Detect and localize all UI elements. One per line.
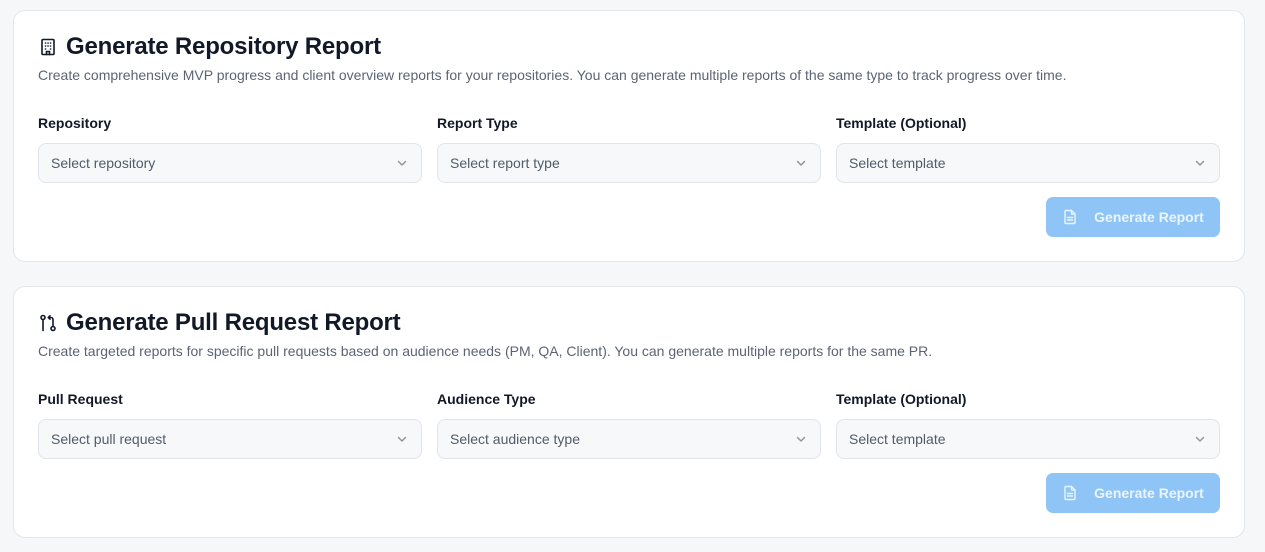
pr-template-select[interactable]: Select template — [836, 419, 1220, 459]
repository-report-card: Generate Repository Report Create compre… — [13, 10, 1245, 262]
pull-request-report-title: Generate Pull Request Report — [66, 309, 401, 336]
pr-template-label: Template (Optional) — [836, 391, 967, 407]
report-type-label: Report Type — [437, 115, 518, 131]
pull-request-select[interactable]: Select pull request — [38, 419, 422, 459]
git-pull-request-icon — [38, 313, 58, 333]
template-field: Template (Optional) Select template — [836, 114, 1220, 183]
building-icon — [38, 37, 58, 57]
chevron-down-icon — [395, 432, 409, 446]
audience-type-label: Audience Type — [437, 391, 536, 407]
generate-pull-request-report-button[interactable]: Generate Report — [1046, 473, 1220, 513]
repository-report-title: Generate Repository Report — [66, 33, 381, 60]
report-type-select[interactable]: Select report type — [437, 143, 821, 183]
chevron-down-icon — [794, 432, 808, 446]
generate-report-label: Generate Report — [1094, 485, 1204, 501]
repository-field: Repository Select repository — [38, 114, 422, 183]
repository-report-description: Create comprehensive MVP progress and cl… — [38, 67, 1067, 83]
chevron-down-icon — [1193, 156, 1207, 170]
report-type-field: Report Type Select report type — [437, 114, 821, 183]
pr-template-field: Template (Optional) Select template — [836, 390, 1220, 459]
pull-request-select-placeholder: Select pull request — [51, 431, 167, 447]
repository-select[interactable]: Select repository — [38, 143, 422, 183]
chevron-down-icon — [1193, 432, 1207, 446]
file-text-icon — [1062, 485, 1078, 501]
template-label: Template (Optional) — [836, 115, 967, 131]
pr-template-select-placeholder: Select template — [849, 431, 946, 447]
repository-report-header: Generate Repository Report — [38, 32, 381, 62]
audience-type-select-placeholder: Select audience type — [450, 431, 580, 447]
template-select[interactable]: Select template — [836, 143, 1220, 183]
chevron-down-icon — [794, 156, 808, 170]
file-text-icon — [1062, 209, 1078, 225]
audience-type-field: Audience Type Select audience type — [437, 390, 821, 459]
template-select-placeholder: Select template — [849, 155, 946, 171]
generate-report-label: Generate Report — [1094, 209, 1204, 225]
chevron-down-icon — [395, 156, 409, 170]
generate-repository-report-button[interactable]: Generate Report — [1046, 197, 1220, 237]
pull-request-report-description: Create targeted reports for specific pul… — [38, 343, 933, 359]
pull-request-field: Pull Request Select pull request — [38, 390, 422, 459]
repository-label: Repository — [38, 115, 112, 131]
pull-request-label: Pull Request — [38, 391, 123, 407]
repository-select-placeholder: Select repository — [51, 155, 156, 171]
pull-request-report-card: Generate Pull Request Report Create targ… — [13, 286, 1245, 538]
audience-type-select[interactable]: Select audience type — [437, 419, 821, 459]
report-type-select-placeholder: Select report type — [450, 155, 560, 171]
pull-request-report-header: Generate Pull Request Report — [38, 308, 401, 338]
